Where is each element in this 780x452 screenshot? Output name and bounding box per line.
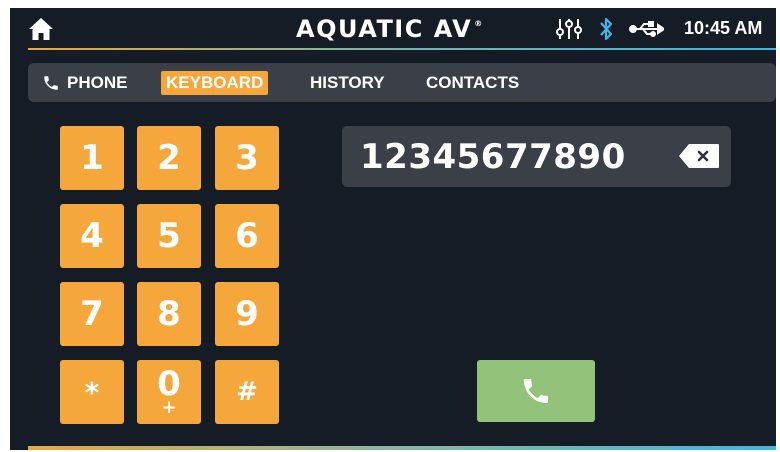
key-0[interactable]: 0 + — [137, 360, 201, 424]
brand-name: AQUATIC AV — [296, 15, 473, 43]
home-icon[interactable] — [28, 16, 54, 42]
key-8[interactable]: 8 — [137, 282, 201, 346]
tab-bar: PHONE KEYBOARD HISTORY CONTACTS — [28, 63, 776, 102]
tab-phone-label: PHONE — [67, 73, 128, 92]
phone-call-icon — [524, 379, 548, 403]
number-display: 12345677890 — [342, 126, 731, 187]
key-7[interactable]: 7 — [60, 282, 124, 346]
backspace-icon[interactable] — [678, 143, 720, 169]
bottom-divider — [28, 446, 776, 450]
key-3[interactable]: 3 — [215, 126, 279, 190]
bluetooth-icon[interactable] — [598, 16, 614, 42]
key-6[interactable]: 6 — [215, 204, 279, 268]
tab-contacts[interactable]: CONTACTS — [426, 71, 519, 95]
brand-logo: AQUATIC AV ® — [296, 15, 484, 43]
tab-keyboard[interactable]: KEYBOARD — [161, 71, 269, 95]
key-star[interactable]: * — [60, 360, 124, 424]
status-bar: AQUATIC AV ® 10:45 AM — [10, 8, 776, 48]
dialed-number: 12345677890 — [360, 137, 626, 177]
call-button[interactable] — [477, 360, 595, 422]
tab-history[interactable]: HISTORY — [310, 71, 385, 95]
key-9[interactable]: 9 — [215, 282, 279, 346]
key-hash[interactable]: # — [215, 360, 279, 424]
key-5[interactable]: 5 — [137, 204, 201, 268]
tab-phone[interactable]: PHONE — [42, 71, 127, 95]
key-0-digit: 0 — [157, 364, 181, 404]
key-0-plus: + — [161, 397, 177, 418]
phone-screen: AQUATIC AV ® 1 0:45 AM PHONE KEYBOARD HIS… — [10, 8, 776, 450]
clock: 10:45 AM — [684, 18, 763, 38]
key-1[interactable]: 1 — [60, 126, 124, 190]
key-4[interactable]: 4 — [60, 204, 124, 268]
equalizer-icon[interactable] — [556, 17, 582, 41]
usb-icon[interactable] — [628, 20, 664, 38]
key-2[interactable]: 2 — [137, 126, 201, 190]
brand-mark: ® — [474, 19, 484, 28]
status-divider — [28, 48, 776, 50]
phone-icon — [44, 76, 58, 90]
